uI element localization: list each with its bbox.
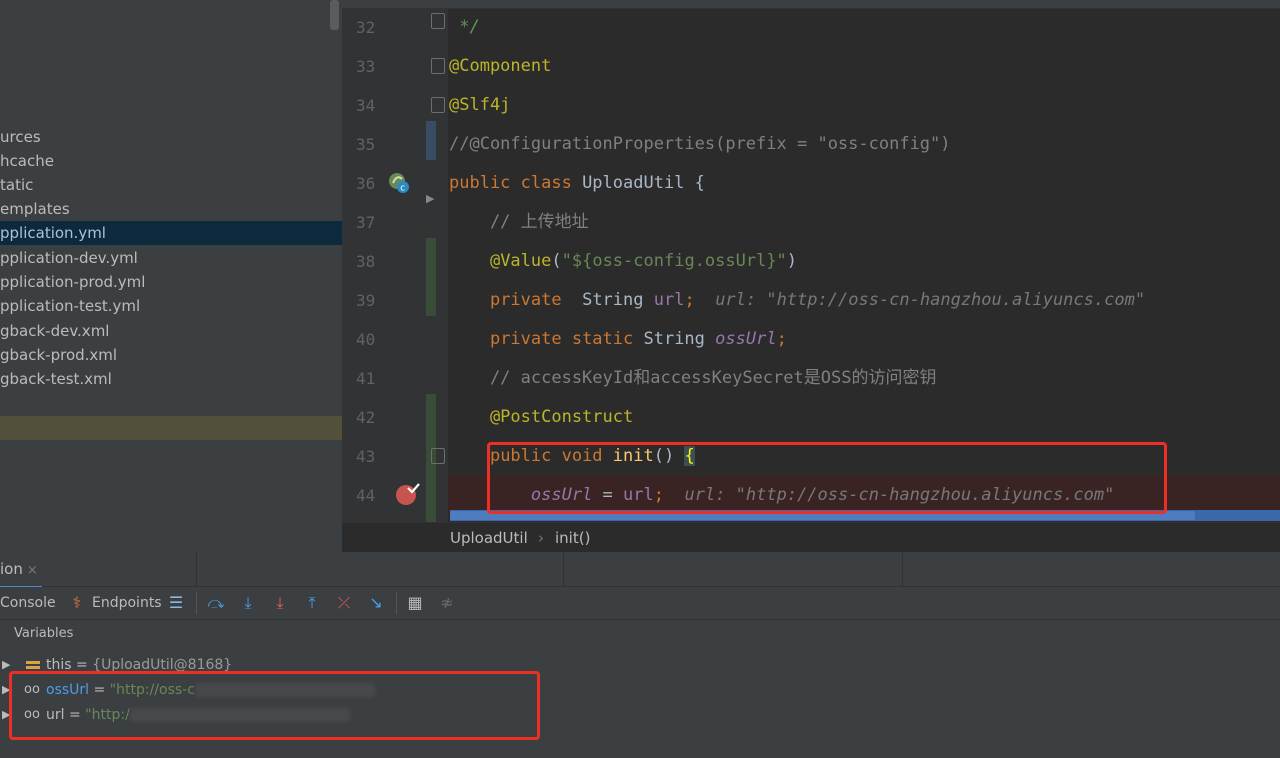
tab-divider bbox=[196, 552, 197, 586]
line-number: 32 bbox=[356, 18, 376, 37]
variables-title: Variables bbox=[14, 626, 74, 641]
endpoints-tab[interactable]: Endpoints bbox=[92, 587, 162, 619]
debug-tab-bar: ion × bbox=[0, 552, 1280, 589]
tab-divider bbox=[563, 552, 564, 586]
line-number: 43 bbox=[356, 447, 376, 466]
fold-icon[interactable] bbox=[431, 58, 445, 74]
line-number: 44 bbox=[356, 486, 376, 505]
tree-item-logback-prod-xml[interactable]: gback-prod.xml bbox=[0, 343, 342, 367]
tree-item-label: pplication-prod.yml bbox=[0, 273, 146, 291]
line-number: 34 bbox=[356, 96, 376, 115]
fold-icon[interactable] bbox=[431, 97, 445, 113]
line-number: 40 bbox=[356, 330, 376, 349]
step-out-icon[interactable]: ⤒ bbox=[302, 593, 322, 613]
highlighted-row bbox=[0, 416, 342, 440]
code-text: private String url; url: "http://oss-cn-… bbox=[489, 290, 1146, 310]
endpoints-icon: ⚕ bbox=[72, 593, 82, 612]
tree-item-label: pplication-test.yml bbox=[0, 297, 141, 315]
close-icon[interactable]: × bbox=[27, 563, 38, 578]
fold-icon[interactable] bbox=[431, 448, 445, 464]
line-number: 38 bbox=[356, 252, 376, 271]
console-tab[interactable]: Console bbox=[0, 587, 56, 619]
tree-item-application-yml[interactable]: pplication.yml bbox=[0, 221, 342, 245]
code-text: public class UploadUtil { bbox=[449, 173, 705, 193]
line-number: 35 bbox=[356, 135, 376, 154]
tree-item-label: pplication.yml bbox=[0, 224, 106, 242]
code-line-38[interactable]: 38 @Value("${oss-config.ossUrl}") bbox=[342, 242, 1280, 281]
tab-divider bbox=[902, 552, 903, 586]
tree-item-label: gback-test.xml bbox=[0, 370, 112, 388]
tree-item-ehcache[interactable]: hcache bbox=[0, 149, 342, 173]
code-line-33[interactable]: 33 @Component bbox=[342, 47, 1280, 86]
menu-lines-icon[interactable]: ☰ bbox=[166, 593, 186, 613]
toolbar-separator bbox=[196, 592, 197, 614]
breadcrumb: UploadUtil › init() bbox=[342, 522, 1280, 552]
tree-item-application-test-yml[interactable]: pplication-test.yml bbox=[0, 294, 342, 318]
force-step-into-icon[interactable]: ⤓ bbox=[270, 593, 290, 613]
tree-item-label: pplication-dev.yml bbox=[0, 249, 138, 267]
spring-bean-icon[interactable]: c bbox=[387, 171, 409, 194]
code-line-41[interactable]: 41 // accessKeyId和accessKeySecret是OSS的访问… bbox=[342, 359, 1280, 398]
drop-frame-icon[interactable]: ⤫ bbox=[334, 593, 354, 613]
code-text: @Component bbox=[449, 56, 552, 76]
code-text: @Value("${oss-config.ossUrl}") bbox=[489, 251, 798, 271]
code-line-35[interactable]: 35 //@ConfigurationProperties(prefix = "… bbox=[342, 125, 1280, 164]
run-to-cursor-icon[interactable]: ↘ bbox=[366, 593, 386, 613]
tree-item-label: gback-dev.xml bbox=[0, 322, 110, 340]
debug-toolbar: Console ⚕ Endpoints ☰ ⤼ ⤓ ⤓ ⤒ ⤫ ↘ ▦ ≉ bbox=[0, 587, 1280, 620]
code-line-40[interactable]: 40 private static String ossUrl; bbox=[342, 320, 1280, 359]
tree-item-templates[interactable]: emplates bbox=[0, 197, 342, 221]
sidebar-scrollbar[interactable] bbox=[330, 0, 339, 30]
tree-item-label: tatic bbox=[0, 176, 34, 194]
code-text: */ bbox=[449, 17, 480, 37]
tree-item-application-prod-yml[interactable]: pplication-prod.yml bbox=[0, 270, 342, 294]
code-line-42[interactable]: 42 @PostConstruct bbox=[342, 398, 1280, 437]
code-line-39[interactable]: 39 private String url; url: "http://oss-… bbox=[342, 281, 1280, 320]
step-into-icon[interactable]: ⤓ bbox=[238, 593, 258, 613]
code-text: @Slf4j bbox=[449, 95, 511, 115]
code-text: // accessKeyId和accessKeySecret是OSS的访问密钥 bbox=[449, 368, 937, 388]
step-over-icon[interactable]: ⤼ bbox=[206, 593, 226, 613]
breakpoint-icon[interactable] bbox=[395, 481, 421, 511]
toolbar-separator bbox=[396, 592, 397, 614]
tab-label: ion bbox=[0, 560, 23, 578]
highlight-box-variables bbox=[9, 671, 540, 740]
line-number: 41 bbox=[356, 369, 376, 388]
trace-stream-icon[interactable]: ≉ bbox=[437, 593, 457, 613]
breadcrumb-separator: › bbox=[538, 529, 544, 547]
code-line-32[interactable]: 32 */ bbox=[342, 8, 1280, 47]
code-text: // 上传地址 bbox=[449, 212, 589, 232]
tree-item-logback-test-xml[interactable]: gback-test.xml bbox=[0, 367, 342, 391]
code-line-34[interactable]: 34 @Slf4j bbox=[342, 86, 1280, 125]
code-line-36[interactable]: 36 c ▶ public class UploadUtil { bbox=[342, 164, 1280, 205]
highlight-box-code bbox=[487, 442, 1167, 514]
fold-icon[interactable] bbox=[431, 13, 445, 29]
tree-item-static[interactable]: tatic bbox=[0, 173, 342, 197]
tree-item-label: hcache bbox=[0, 152, 54, 170]
line-number: 39 bbox=[356, 291, 376, 310]
breadcrumb-class[interactable]: UploadUtil bbox=[450, 523, 528, 552]
field-list-icon bbox=[26, 658, 40, 674]
code-text: @PostConstruct bbox=[449, 407, 634, 427]
svg-text:c: c bbox=[400, 184, 405, 194]
tree-item-resources[interactable]: urces bbox=[0, 125, 342, 149]
tab-application[interactable]: ion × bbox=[0, 552, 42, 589]
tree-item-label: urces bbox=[0, 128, 41, 146]
code-text: private static String ossUrl; bbox=[489, 329, 787, 349]
line-number: 36 bbox=[356, 174, 376, 193]
code-line-37[interactable]: 37 // 上传地址 bbox=[342, 203, 1280, 242]
code-text: //@ConfigurationProperties(prefix = "oss… bbox=[449, 134, 951, 154]
evaluate-expression-icon[interactable]: ▦ bbox=[405, 593, 425, 613]
breadcrumb-method[interactable]: init() bbox=[555, 523, 590, 552]
tree-item-label: gback-prod.xml bbox=[0, 346, 118, 364]
line-number: 42 bbox=[356, 408, 376, 427]
line-number: 33 bbox=[356, 57, 376, 76]
line-number: 37 bbox=[356, 213, 376, 232]
tree-item-application-dev-yml[interactable]: pplication-dev.yml bbox=[0, 246, 342, 270]
tree-item-label: emplates bbox=[0, 200, 70, 218]
tree-item-logback-dev-xml[interactable]: gback-dev.xml bbox=[0, 319, 342, 343]
project-tree-panel: urces hcache tatic emplates pplication.y… bbox=[0, 0, 342, 552]
